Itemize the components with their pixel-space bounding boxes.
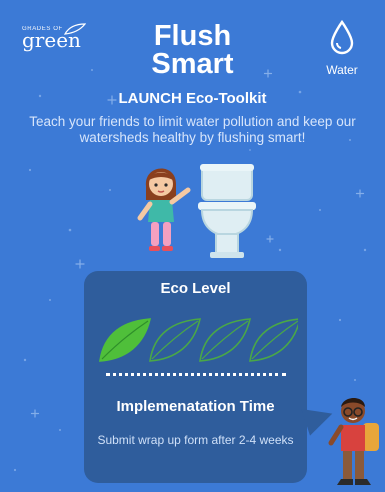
category-label: Water	[326, 63, 358, 77]
eco-level-rating	[99, 318, 298, 362]
water-drop-icon	[330, 19, 354, 55]
eco-info-panel: Eco Level Implemenatation Time Submit wr…	[84, 271, 307, 483]
implementation-heading: Implemenatation Time	[116, 398, 275, 415]
toolkit-card: GRADES OF green Flush Smart Water LAUNCH…	[0, 0, 385, 492]
boy-illustration	[328, 398, 379, 485]
implementation-text: Submit wrap up form after 2-4 weeks	[97, 433, 294, 447]
toolkit-subtitle: LAUNCH Eco-Toolkit	[118, 90, 267, 107]
eco-level-heading: Eco Level	[160, 280, 231, 297]
section-divider	[106, 373, 286, 376]
category-badge: Water	[317, 19, 367, 77]
toilet-illustration	[198, 164, 256, 258]
toolkit-description: Teach your friends to limit water pollut…	[29, 114, 356, 145]
girl-illustration	[137, 168, 191, 251]
